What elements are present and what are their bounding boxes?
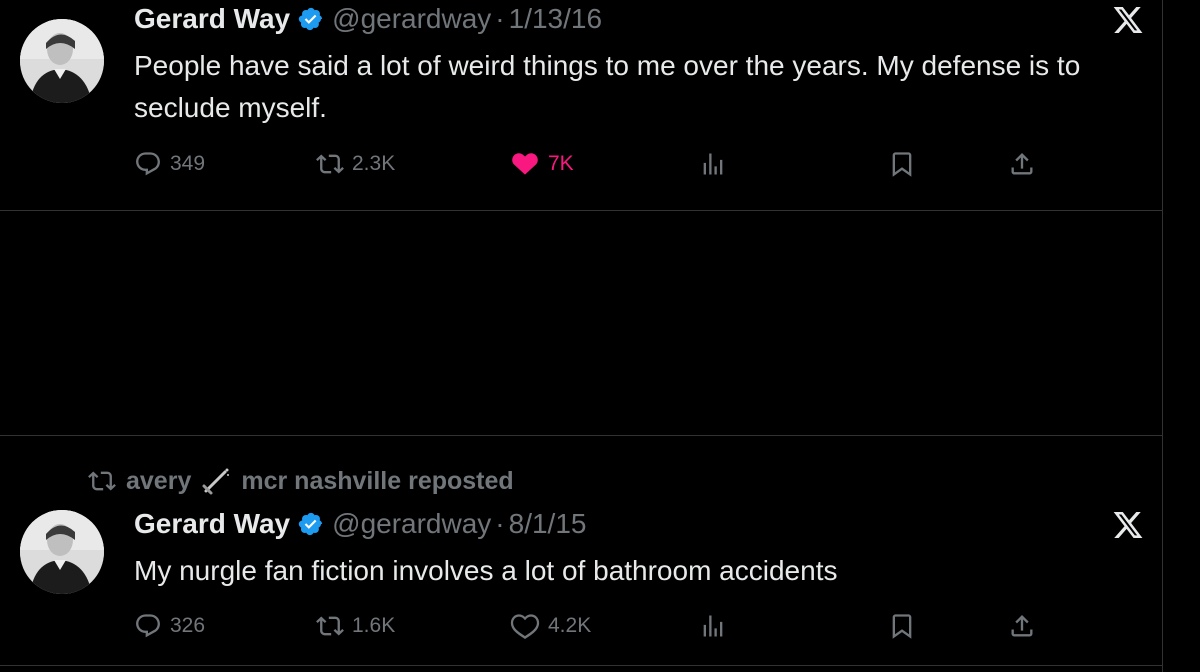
views-button[interactable] bbox=[699, 610, 727, 642]
bookmark-icon bbox=[888, 612, 916, 640]
tweet-divider bbox=[0, 665, 1163, 666]
reply-count: 326 bbox=[170, 614, 206, 637]
repost-context-suffix: mcr nashville reposted bbox=[241, 466, 514, 495]
repost-icon bbox=[316, 150, 344, 178]
reply-count: 349 bbox=[170, 152, 206, 175]
share-button[interactable] bbox=[1008, 610, 1036, 642]
x-logo-icon bbox=[1112, 4, 1144, 36]
bookmark-icon bbox=[888, 150, 916, 178]
like-count: 7K bbox=[548, 152, 574, 175]
bookmark-button[interactable] bbox=[888, 610, 916, 642]
tweet-header: Gerard Way @gerardway · 8/1/15 bbox=[134, 506, 586, 542]
tweet-divider bbox=[0, 210, 1163, 211]
share-button[interactable] bbox=[1008, 148, 1036, 180]
tweet-date[interactable]: 1/13/16 bbox=[509, 3, 602, 35]
author-name[interactable]: Gerard Way bbox=[134, 3, 290, 35]
reply-icon bbox=[134, 612, 162, 640]
views-icon bbox=[699, 612, 727, 640]
tweet-2[interactable]: avery mcr nashville reposted Gerard Way … bbox=[0, 436, 1162, 668]
repost-icon bbox=[88, 467, 116, 495]
reposter-name: avery bbox=[126, 466, 192, 495]
tweet-header: Gerard Way @gerardway · 1/13/16 bbox=[134, 1, 602, 37]
repost-count: 1.6K bbox=[352, 614, 396, 637]
like-button[interactable]: 4.2K bbox=[510, 610, 591, 642]
author-handle[interactable]: @gerardway bbox=[332, 3, 491, 35]
heart-icon bbox=[510, 611, 540, 641]
repost-context[interactable]: avery mcr nashville reposted bbox=[88, 465, 514, 497]
share-icon bbox=[1008, 150, 1036, 178]
tweet-date[interactable]: 8/1/15 bbox=[509, 508, 587, 540]
like-button[interactable]: 7K bbox=[510, 148, 574, 180]
tweet-text: People have said a lot of weird things t… bbox=[134, 50, 1081, 123]
dagger-icon bbox=[201, 466, 231, 496]
bookmark-button[interactable] bbox=[888, 148, 916, 180]
repost-button[interactable]: 2.3K bbox=[316, 148, 395, 180]
reply-button[interactable]: 326 bbox=[134, 610, 205, 642]
verified-badge-icon bbox=[298, 511, 324, 537]
avatar[interactable] bbox=[20, 510, 104, 594]
column-border bbox=[1162, 0, 1163, 672]
repost-icon bbox=[316, 612, 344, 640]
views-icon bbox=[699, 150, 727, 178]
repost-count: 2.3K bbox=[352, 152, 396, 175]
tweet-actions: 326 1.6K 4.2K bbox=[134, 610, 1144, 642]
separator-dot: · bbox=[495, 3, 505, 34]
author-handle[interactable]: @gerardway bbox=[332, 508, 491, 540]
tweet-text: My nurgle fan fiction involves a lot of … bbox=[134, 555, 838, 586]
tweet-actions: 349 2.3K 7K bbox=[134, 148, 1144, 180]
avatar[interactable] bbox=[20, 19, 104, 103]
like-count: 4.2K bbox=[548, 614, 592, 637]
repost-button[interactable]: 1.6K bbox=[316, 610, 395, 642]
timeline: Gerard Way @gerardway · 1/13/16 People h… bbox=[0, 0, 1200, 672]
tweet-1[interactable]: Gerard Way @gerardway · 1/13/16 People h… bbox=[0, 0, 1162, 210]
share-icon bbox=[1008, 612, 1036, 640]
reply-button[interactable]: 349 bbox=[134, 148, 205, 180]
separator-dot: · bbox=[495, 508, 505, 539]
x-logo-icon bbox=[1112, 509, 1144, 541]
author-name[interactable]: Gerard Way bbox=[134, 508, 290, 540]
heart-icon bbox=[510, 149, 540, 179]
reply-icon bbox=[134, 150, 162, 178]
verified-badge-icon bbox=[298, 6, 324, 32]
views-button[interactable] bbox=[699, 148, 727, 180]
